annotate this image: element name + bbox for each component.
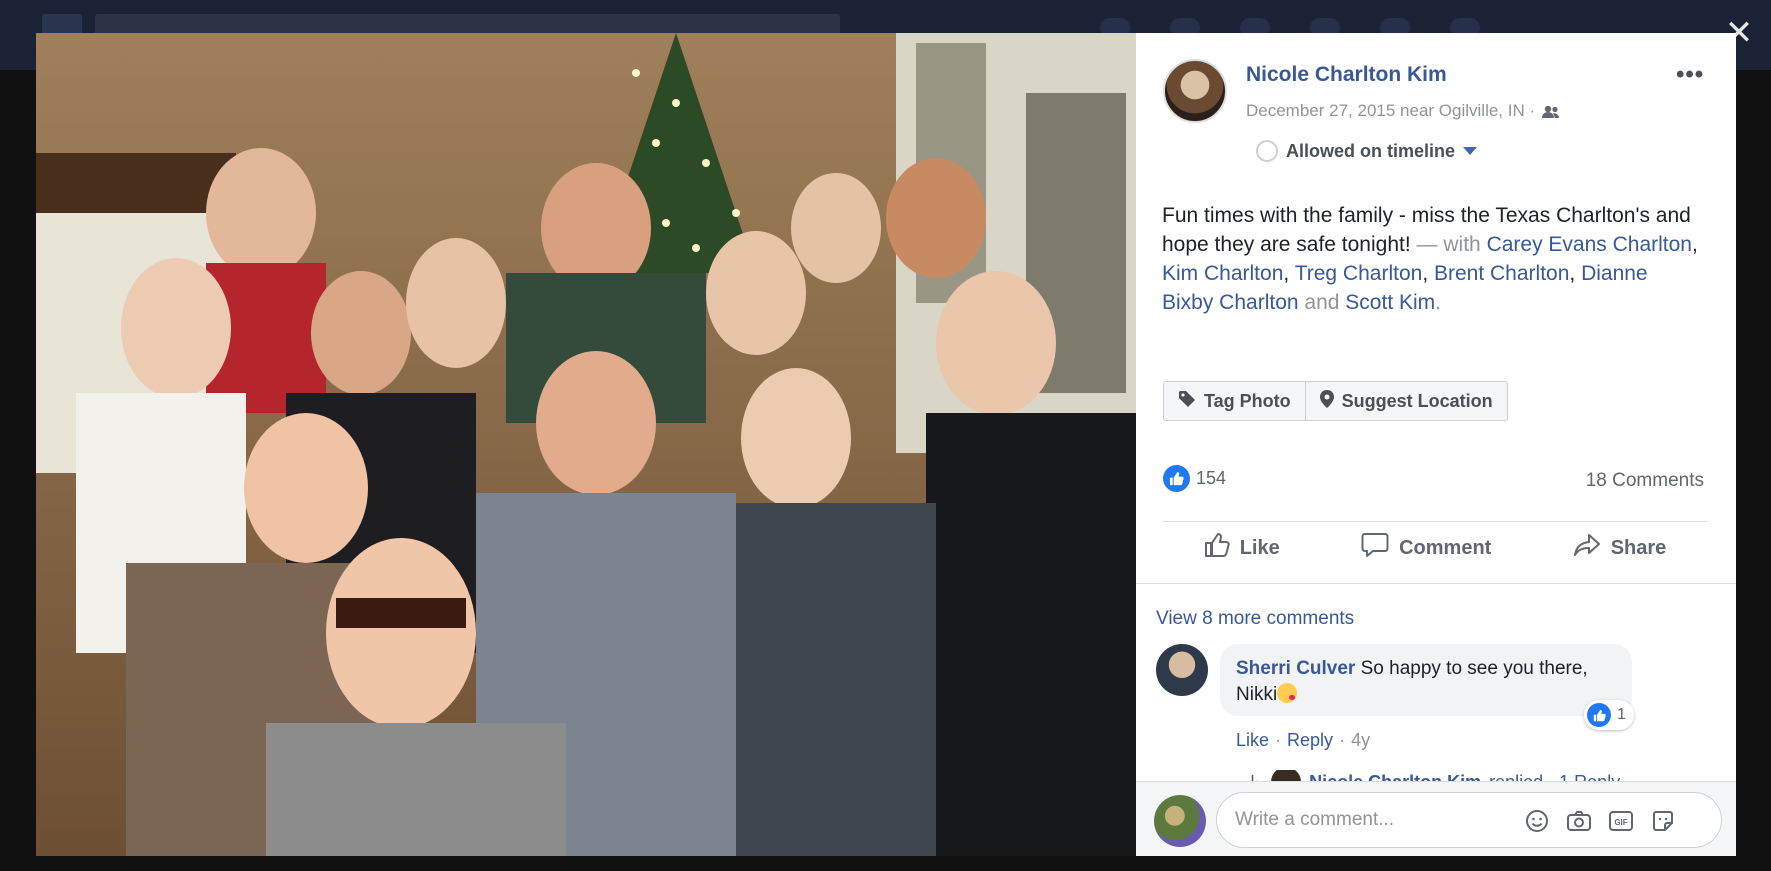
with-prefix: — with [1416,233,1481,256]
tagged-person-link[interactable]: Kim Charlton [1162,262,1283,285]
comments-count[interactable]: 18 Comments [1576,470,1704,492]
tagged-person-link[interactable]: Scott Kim [1345,291,1435,314]
comment-button[interactable]: Comment [1361,532,1491,564]
comment-bubble: Sherri Culver So happy to see you there,… [1220,644,1632,716]
author-name[interactable]: Nicole Charlton Kim [1246,63,1447,87]
tagged-person-link[interactable]: Brent Charlton [1434,262,1569,285]
comment-label: Comment [1399,536,1492,559]
post-details-panel: Nicole Charlton Kim December 27, 2015 ne… [1136,33,1736,856]
commenter-name[interactable]: Sherri Culver [1236,658,1355,679]
tagged-person-link[interactable]: Carey Evans Charlton [1487,233,1692,256]
share-button[interactable]: Share [1573,532,1667,564]
commenter-avatar[interactable] [1156,644,1208,696]
comment-likes-badge[interactable]: 1 [1584,700,1634,730]
family-photo-image [36,33,1136,856]
post-action-bar: Like Comment Share [1163,519,1707,577]
more-options-button[interactable]: ••• [1676,61,1704,89]
comment-meta: Like · Reply · 4y [1236,730,1370,751]
tag-separator-and: and [1304,291,1340,314]
share-label: Share [1610,536,1667,559]
tag-period: . [1435,291,1441,314]
comment-input[interactable] [1235,805,1485,835]
tag-separator: , [1569,262,1582,285]
tag-photo-label: Tag Photo [1204,390,1291,411]
friends-icon[interactable] [1541,104,1561,118]
view-more-comments-link[interactable]: View 8 more comments [1156,608,1354,630]
suggest-location-label: Suggest Location [1341,390,1493,411]
timeline-label: Allowed on timeline [1286,140,1456,161]
like-label: Like [1239,536,1280,559]
tag-photo-button[interactable]: Tag Photo [1164,382,1305,420]
meta-dot: · [1339,730,1346,750]
svg-text:GIF: GIF [1614,818,1627,827]
post-meta: December 27, 2015 near Ogilville, IN · [1246,101,1561,121]
location-pin-icon [1319,389,1334,413]
tag-separator: , [1283,262,1295,285]
chevron-down-icon [1463,147,1478,155]
tag-icon [1178,390,1196,413]
reactions-summary[interactable]: 154 [1163,465,1226,492]
meta-dot: · [1275,730,1282,750]
post-photo[interactable] [36,33,1136,856]
camera-icon[interactable] [1566,808,1592,834]
share-arrow-icon [1573,532,1601,564]
like-button[interactable]: Like [1204,532,1280,564]
comment-composer-bar: GIF [1136,781,1736,856]
kiss-emoji-icon [1277,683,1298,703]
like-reaction-icon [1587,703,1611,727]
post-date-location[interactable]: December 27, 2015 near Ogilville, IN · [1246,101,1535,121]
sticker-icon[interactable] [1650,808,1676,834]
current-user-avatar [1154,795,1206,847]
comment-like-link[interactable]: Like [1236,730,1269,751]
like-reaction-icon [1163,465,1190,492]
likes-count: 154 [1196,468,1227,488]
emoji-icon[interactable] [1524,808,1550,834]
photo-actions-group: Tag Photo Suggest Location [1163,381,1508,421]
gif-icon[interactable]: GIF [1608,808,1634,834]
comment-age[interactable]: 4y [1351,730,1370,751]
comment-composer[interactable]: GIF [1216,792,1722,848]
composer-icons: GIF [1524,808,1676,834]
thumbs-up-icon [1204,532,1230,564]
comment-bubble-icon [1361,532,1389,564]
timeline-visibility-dropdown[interactable]: Allowed on timeline [1256,140,1478,162]
comment-reply-link[interactable]: Reply [1287,730,1333,751]
comments-section: View 8 more comments Sherri Culver So ha… [1136,583,1736,813]
comment-likes-count: 1 [1617,706,1626,723]
tag-separator: , [1422,262,1434,285]
post-text: Fun times with the family - miss the Tex… [1162,201,1702,317]
author-avatar[interactable] [1163,59,1227,123]
timeline-status-icon [1256,140,1278,162]
tag-separator: , [1692,233,1698,256]
tagged-person-link[interactable]: Treg Charlton [1295,262,1423,285]
suggest-location-button[interactable]: Suggest Location [1304,382,1507,420]
